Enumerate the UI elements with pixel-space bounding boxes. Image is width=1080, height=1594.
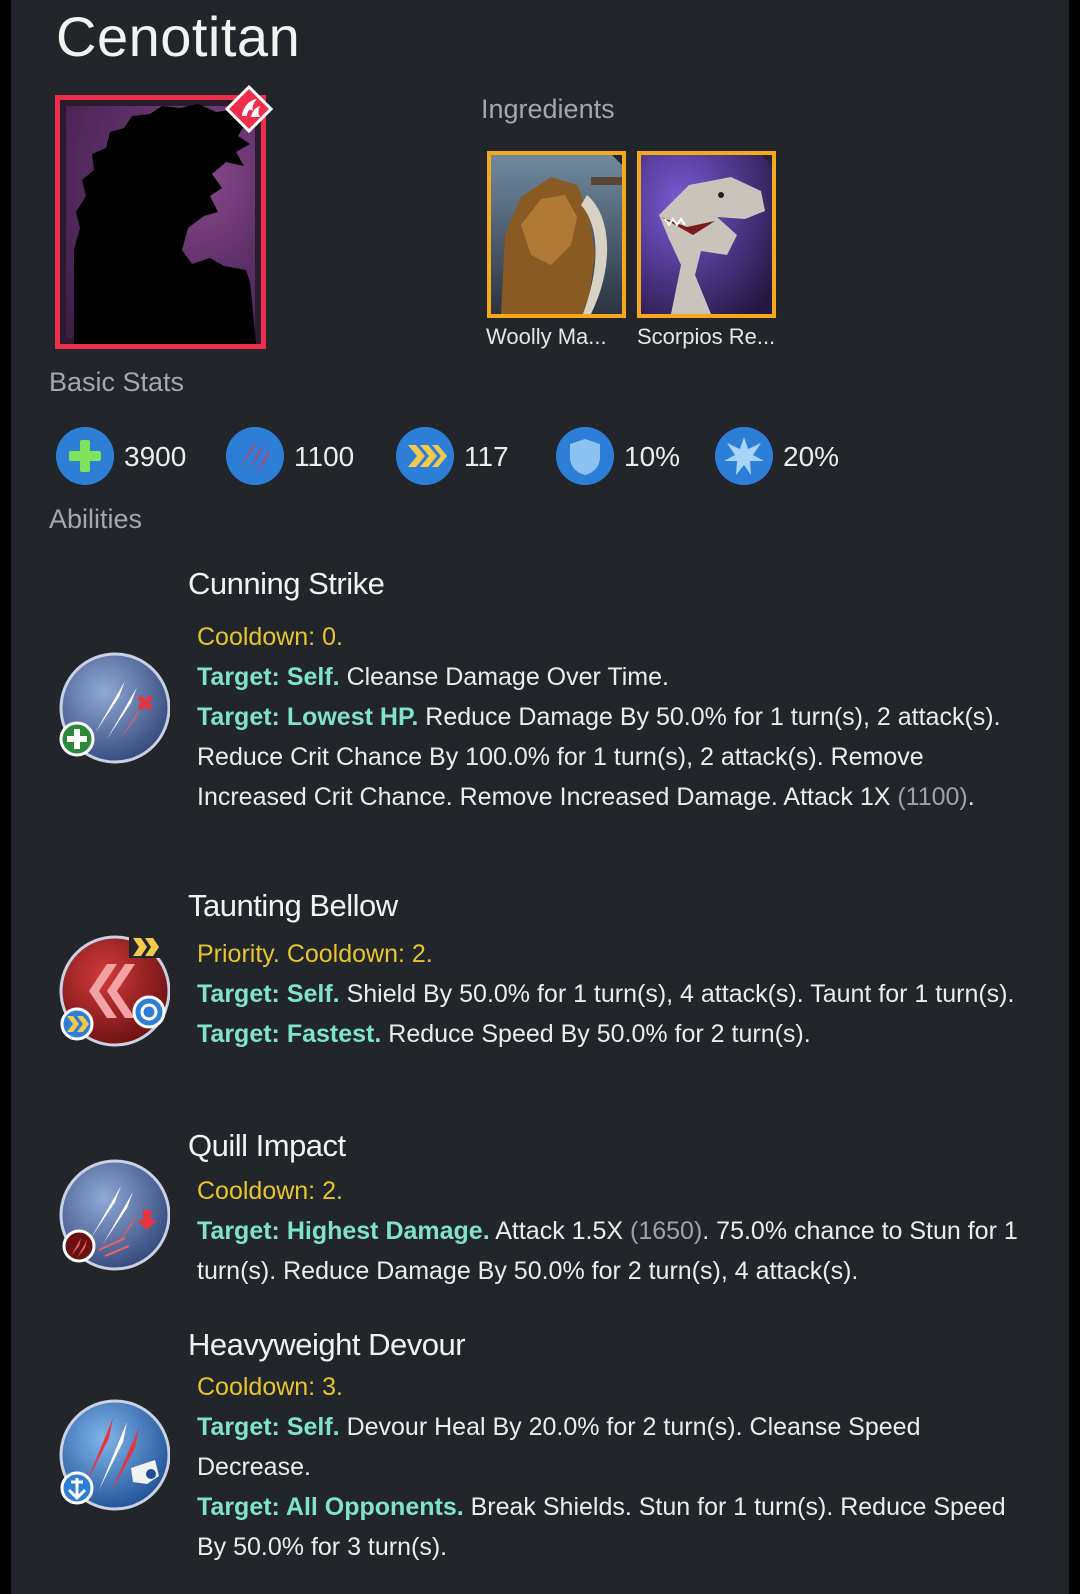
ability-damage-value: (1650) xyxy=(630,1217,703,1245)
ability-target: Target: Lowest HP. xyxy=(197,703,419,731)
ingredient-name: Woolly Ma... xyxy=(486,324,607,349)
ability-line: Target: Self. Shield By 50.0% for 1 turn… xyxy=(197,974,1037,1014)
damage-value: 1100 xyxy=(294,441,355,472)
health-plus-icon xyxy=(56,427,114,485)
quill-impact-icon[interactable] xyxy=(55,1158,170,1273)
ability-cooldown: Cooldown: 3. xyxy=(197,1373,343,1401)
hybrid-rarity-icon xyxy=(225,85,273,133)
ability-line: Target: Self. Cleanse Damage Over Time. xyxy=(197,657,1037,697)
ingredient-card-scorpios-rex[interactable] xyxy=(637,151,776,318)
speed-value: 117 xyxy=(464,441,509,472)
ability-effect: Reduce Speed By 50.0% for 2 turn(s). xyxy=(381,1020,811,1048)
ability-effect: Attack 1.5X xyxy=(489,1217,631,1245)
creature-silhouette xyxy=(74,104,256,344)
ability-line: Target: Fastest. Reduce Speed By 50.0% f… xyxy=(197,1014,1037,1054)
health-value: 3900 xyxy=(124,441,187,472)
ability-target: Target: Fastest. xyxy=(197,1020,382,1048)
damage-claw-icon xyxy=(226,427,284,485)
creature-portrait[interactable] xyxy=(55,95,266,349)
ability-target: Target: Self. xyxy=(197,663,340,691)
right-edge xyxy=(1069,0,1080,1594)
ability-damage-value: (1100) xyxy=(897,783,968,811)
heavyweight-devour-icon[interactable] xyxy=(55,1398,170,1513)
ability-line: Target: Lowest HP. Reduce Damage By 50.0… xyxy=(197,697,1037,817)
ability-description: Cooldown: 2. Target: Highest Damage. Att… xyxy=(197,1171,1037,1291)
ability-name: Quill Impact xyxy=(188,1128,346,1163)
ability-cooldown: Cooldown: 2. xyxy=(197,1177,343,1205)
ingredient-name: Scorpios Re... xyxy=(637,324,776,349)
ability-line: Target: Highest Damage. Attack 1.5X (165… xyxy=(197,1211,1037,1291)
card-corner xyxy=(608,155,622,169)
ability-name: Taunting Bellow xyxy=(188,888,398,923)
left-edge xyxy=(0,0,11,1594)
ability-description: Cooldown: 0. Target: Self. Cleanse Damag… xyxy=(197,617,1037,817)
speed-chevron-icon xyxy=(396,427,454,485)
ability-target: Target: Highest Damage. xyxy=(197,1217,490,1245)
taunting-bellow-icon[interactable] xyxy=(55,934,170,1049)
ability-effect: Cleanse Damage Over Time. xyxy=(339,663,669,691)
ability-name: Cunning Strike xyxy=(188,566,385,601)
armor-shield-icon xyxy=(556,427,614,485)
ingredient-card-woolly-mammoth[interactable] xyxy=(487,151,626,318)
ability-effect-tail: . xyxy=(967,783,975,811)
ability-name: Heavyweight Devour xyxy=(188,1327,466,1362)
basic-stats-label: Basic Stats xyxy=(49,367,185,397)
ability-cooldown: Cooldown: 0. xyxy=(197,623,343,651)
ingredients-label: Ingredients xyxy=(481,94,615,124)
cunning-strike-icon[interactable] xyxy=(55,651,170,766)
card-corner xyxy=(758,155,772,169)
creature-name: Cenotitan xyxy=(56,5,301,68)
ability-line: Target: Self. Devour Heal By 20.0% for 2… xyxy=(197,1407,1037,1487)
ability-effect: Shield By 50.0% for 1 turn(s), 4 attack(… xyxy=(339,980,1015,1008)
abilities-label: Abilities xyxy=(49,504,143,534)
ability-target: Target: All Opponents. xyxy=(197,1493,464,1521)
armor-value: 10% xyxy=(624,441,681,472)
woolly-mammoth-image xyxy=(491,155,622,314)
ability-description: Priority. Cooldown: 2. Target: Self. Shi… xyxy=(197,934,1037,1054)
ability-target: Target: Self. xyxy=(197,1413,340,1441)
ability-cooldown: Priority. Cooldown: 2. xyxy=(197,940,433,968)
crit-burst-icon xyxy=(715,427,773,485)
scorpios-rex-image xyxy=(641,155,772,314)
ability-target: Target: Self. xyxy=(197,980,340,1008)
crit-value: 20% xyxy=(783,441,840,472)
ability-description: Cooldown: 3. Target: Self. Devour Heal B… xyxy=(197,1367,1037,1567)
ability-line: Target: All Opponents. Break Shields. St… xyxy=(197,1487,1037,1567)
